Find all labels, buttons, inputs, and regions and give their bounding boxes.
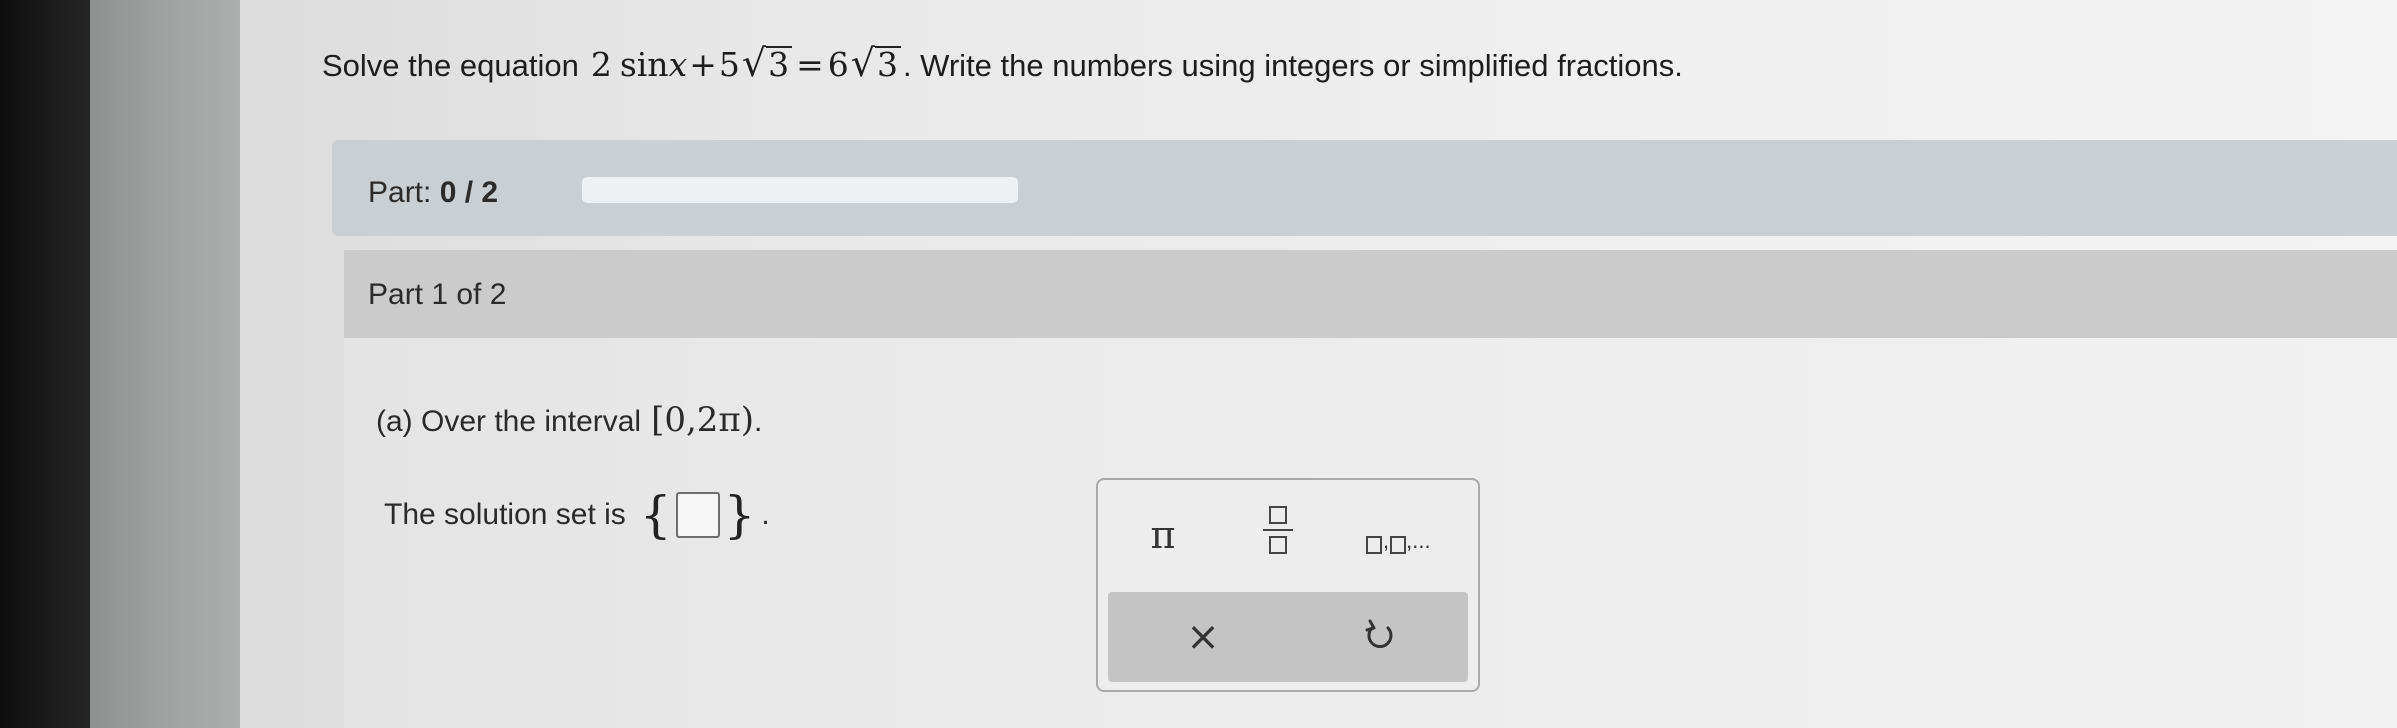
fraction-denominator-box [1269, 536, 1287, 554]
left-margin [90, 0, 240, 728]
part-header-title: Part 1 of 2 [368, 278, 507, 311]
brace-close: } [723, 486, 756, 544]
question-prefix: Solve the equation [322, 48, 579, 83]
eq-equals: = [796, 45, 824, 84]
eq-root-coef-left: 5 [718, 45, 740, 84]
progress-bar-section: Part: 0 / 2 [332, 140, 2397, 236]
list-icon [1366, 536, 1382, 554]
solution-period: . [761, 498, 770, 531]
main-content: Solve the equation 2 sin x + 5 √ 3 = 6 √ 3… [240, 0, 2397, 728]
interval-math: [0,2π) [651, 400, 755, 440]
part-score: 0 / 2 [439, 176, 499, 209]
equation: 2 sin x + 5 √ 3 = 6 √ 3 [591, 44, 901, 84]
clear-button[interactable]: × [1178, 612, 1228, 662]
interval-period: . [754, 405, 763, 438]
math-keypad: π , ,... × [1096, 478, 1480, 692]
sqrt-left: √ 3 [742, 44, 793, 83]
radicand-right: 3 [874, 46, 901, 83]
list-separator: , [1383, 528, 1390, 553]
answer-input[interactable] [675, 492, 720, 538]
eq-coef: 2 [590, 45, 612, 84]
eq-plus: + [689, 45, 717, 84]
solution-label: The solution set is [384, 498, 626, 531]
fraction-button[interactable] [1258, 506, 1298, 566]
radicand-left: 3 [766, 46, 793, 83]
monitor-bezel [0, 0, 90, 728]
pi-button[interactable]: π [1138, 510, 1188, 560]
question-suffix: . Write the numbers using integers or si… [902, 48, 1683, 83]
eq-func: sin [619, 45, 669, 84]
eq-root-coef-right: 6 [827, 45, 849, 84]
question-text: Solve the equation 2 sin x + 5 √ 3 = 6 √ 3… [322, 44, 1683, 84]
sqrt-right: √ 3 [851, 44, 901, 83]
list-box-2 [1390, 536, 1407, 554]
brace-open: { [639, 486, 672, 544]
list-ellipsis: ,... [1406, 528, 1431, 553]
undo-icon [1365, 619, 1393, 648]
solution-row: The solution set is { } . [384, 490, 770, 540]
undo-button[interactable] [1358, 614, 1402, 658]
keypad-action-bar: × [1108, 592, 1468, 682]
fraction-icon [1269, 506, 1287, 524]
interval-prompt: (a) Over the interval [0,2π) . [376, 400, 762, 440]
list-button[interactable]: , ,... [1366, 514, 1466, 554]
part-header: Part 1 of 2 [344, 250, 2397, 338]
eq-var: x [668, 45, 688, 84]
progress-track [582, 177, 1018, 203]
fraction-bar [1263, 529, 1293, 531]
part-label-text: Part: [368, 176, 432, 209]
part-progress-label: Part: 0 / 2 [368, 176, 498, 210]
interval-prompt-text: (a) Over the interval [376, 405, 642, 438]
